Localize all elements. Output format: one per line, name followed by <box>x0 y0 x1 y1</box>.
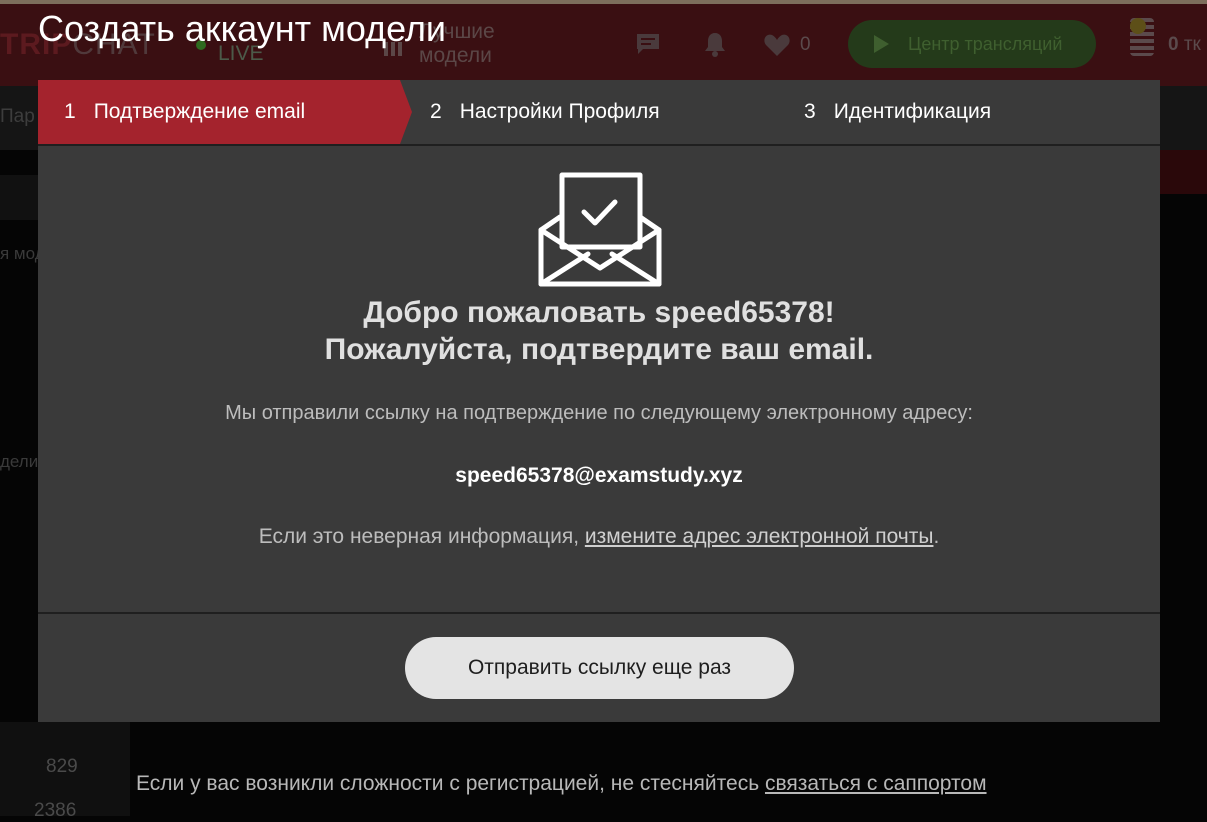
broadcast-center-button[interactable]: Центр трансляций <box>848 20 1096 68</box>
sent-notice: Мы отправили ссылку на подтверждение по … <box>225 402 973 424</box>
coin-alert-icon <box>1130 18 1146 34</box>
tokens-balance[interactable]: 0 тк <box>1168 34 1201 56</box>
support-link[interactable]: связаться с саппортом <box>765 772 987 795</box>
resend-link-button[interactable]: Отправить ссылку еще раз <box>405 637 794 699</box>
side-count: 829 <box>46 756 78 777</box>
sub-nav-accent <box>1160 150 1207 194</box>
bell-icon[interactable] <box>703 31 727 57</box>
heart-icon[interactable] <box>763 33 791 57</box>
side-text: дели <box>0 452 39 471</box>
step-identification[interactable]: 3 Идентификация <box>804 80 991 144</box>
email-confirmed-icon <box>538 172 662 287</box>
side-box <box>0 175 38 220</box>
sub-nav-item[interactable]: Пар <box>0 106 35 128</box>
change-email-link[interactable]: измените адрес электронной почты <box>585 525 934 548</box>
signup-modal: 1 Подтверждение email 2 Настройки Профиля … <box>38 80 1160 722</box>
chat-icon[interactable] <box>635 32 661 56</box>
step-profile-settings[interactable]: 2 Настройки Профиля <box>430 80 660 144</box>
welcome-heading: Добро пожаловать speed65378! Пожалуйста,… <box>324 296 874 366</box>
side-count: 2386 <box>34 800 77 821</box>
email-address: speed65378@examstudy.xyz <box>455 464 743 487</box>
footer-divider <box>38 612 1160 614</box>
step-email-confirmation[interactable]: 1 Подтверждение email <box>38 80 412 144</box>
likes-count: 0 <box>800 34 811 55</box>
modal-title: Создать аккаунт модели <box>38 8 447 49</box>
stepper: 1 Подтверждение email 2 Настройки Профиля … <box>38 80 1160 146</box>
support-note: Если у вас возникли сложности с регистра… <box>136 772 987 795</box>
play-icon <box>874 35 889 53</box>
wrong-info-note: Если это неверная информация, измените а… <box>258 525 940 548</box>
